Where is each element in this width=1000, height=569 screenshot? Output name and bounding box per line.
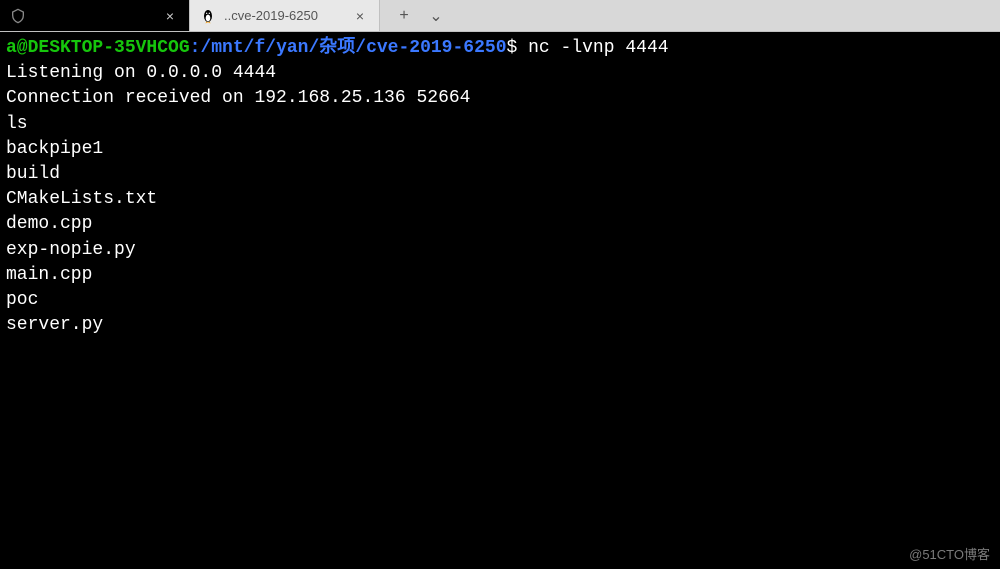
new-tab-button[interactable]: +	[390, 4, 418, 28]
output-line: poc	[6, 290, 38, 310]
output-line: server.py	[6, 315, 103, 335]
tab-terminal-active[interactable]: ×	[0, 0, 190, 31]
output-line: CMakeLists.txt	[6, 189, 157, 209]
tab-dropdown-button[interactable]: ⌄	[422, 4, 450, 28]
prompt-user: a@DESKTOP-35VHCOG	[6, 38, 190, 58]
output-line: build	[6, 164, 60, 184]
output-line: demo.cpp	[6, 214, 92, 234]
shield-icon	[10, 8, 26, 24]
watermark-text: @51CTO博客	[909, 544, 990, 563]
output-line: backpipe1	[6, 139, 103, 159]
command-text: nc -lvnp 4444	[528, 38, 668, 58]
output-line: ls	[6, 114, 28, 134]
output-line: Listening on 0.0.0.0 4444	[6, 63, 276, 83]
prompt-dollar: $	[507, 38, 518, 58]
output-line: Connection received on 192.168.25.136 52…	[6, 88, 470, 108]
tab-terminal-inactive[interactable]: ..cve-2019-6250 ×	[190, 0, 380, 31]
output-line: main.cpp	[6, 265, 92, 285]
tab-bar: × ..cve-2019-6250 × + ⌄	[0, 0, 1000, 32]
tab-actions: + ⌄	[380, 0, 460, 31]
tab-close-inactive-icon[interactable]: ×	[351, 7, 369, 25]
tab-close-active-icon[interactable]: ×	[161, 7, 179, 25]
terminal-body[interactable]: a@DESKTOP-35VHCOG:/mnt/f/yan/杂项/cve-2019…	[0, 32, 1000, 569]
prompt-path: /mnt/f/yan/杂项/cve-2019-6250	[200, 38, 506, 58]
penguin-icon	[200, 8, 216, 24]
output-line: exp-nopie.py	[6, 240, 136, 260]
prompt-colon: :	[190, 38, 201, 58]
tab-title-inactive: ..cve-2019-6250	[224, 8, 343, 23]
